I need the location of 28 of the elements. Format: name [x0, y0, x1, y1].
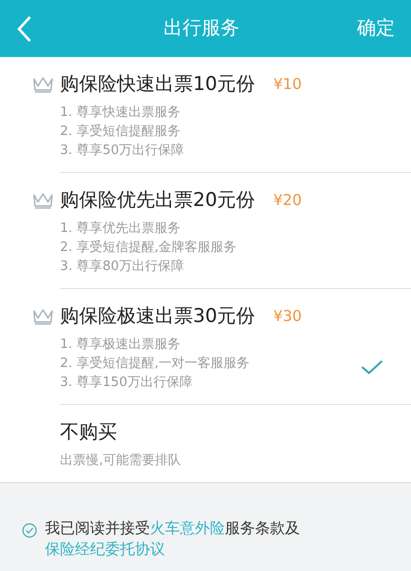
option-title: 购保险极速出票30元份 [60, 304, 256, 329]
option-price: ¥20 [273, 190, 302, 211]
back-icon [16, 14, 32, 42]
option-detail: 3. 尊享50万出行保障 [60, 142, 186, 160]
option-detail: 出票慢,可能需要排队 [60, 452, 182, 470]
crown-icon [32, 307, 54, 325]
check-circle-icon[interactable] [22, 523, 37, 538]
option-price: ¥30 [273, 306, 302, 327]
option-title: 不购买 [60, 420, 117, 445]
check-icon[interactable] [361, 358, 383, 374]
crown-icon [32, 191, 54, 209]
option-detail: 3. 尊享150万出行保障 [60, 374, 194, 392]
agreement-link[interactable]: 保险经纪委托协议 [45, 540, 165, 558]
page-title: 出行服务 [162, 16, 240, 42]
option-detail: 1. 尊享极速出票服务 [60, 336, 182, 354]
option-detail: 2. 享受短信提醒,金牌客服服务 [60, 239, 238, 257]
option-detail: 1. 尊享优先出票服务 [60, 220, 182, 238]
option-detail: 2. 享受短信提醒服务 [60, 123, 182, 141]
option-detail: 3. 尊享80万出行保障 [60, 258, 186, 276]
option-price: ¥10 [273, 74, 302, 95]
agreement-text: 我已阅读并接受火车意外险服务条款及 保险经纪委托协议 [45, 518, 301, 560]
option-detail: 2. 享受短信提醒,一对一客服服务 [60, 355, 251, 373]
agreement-link[interactable]: 火车意外险 [150, 519, 225, 537]
option-detail: 1. 尊享快速出票服务 [60, 104, 182, 122]
crown-icon [32, 75, 54, 93]
confirm-button[interactable]: 确定 [357, 14, 395, 43]
option-title: 购保险优先出票20元份 [60, 188, 256, 213]
option-title: 购保险快速出票10元份 [60, 72, 256, 97]
